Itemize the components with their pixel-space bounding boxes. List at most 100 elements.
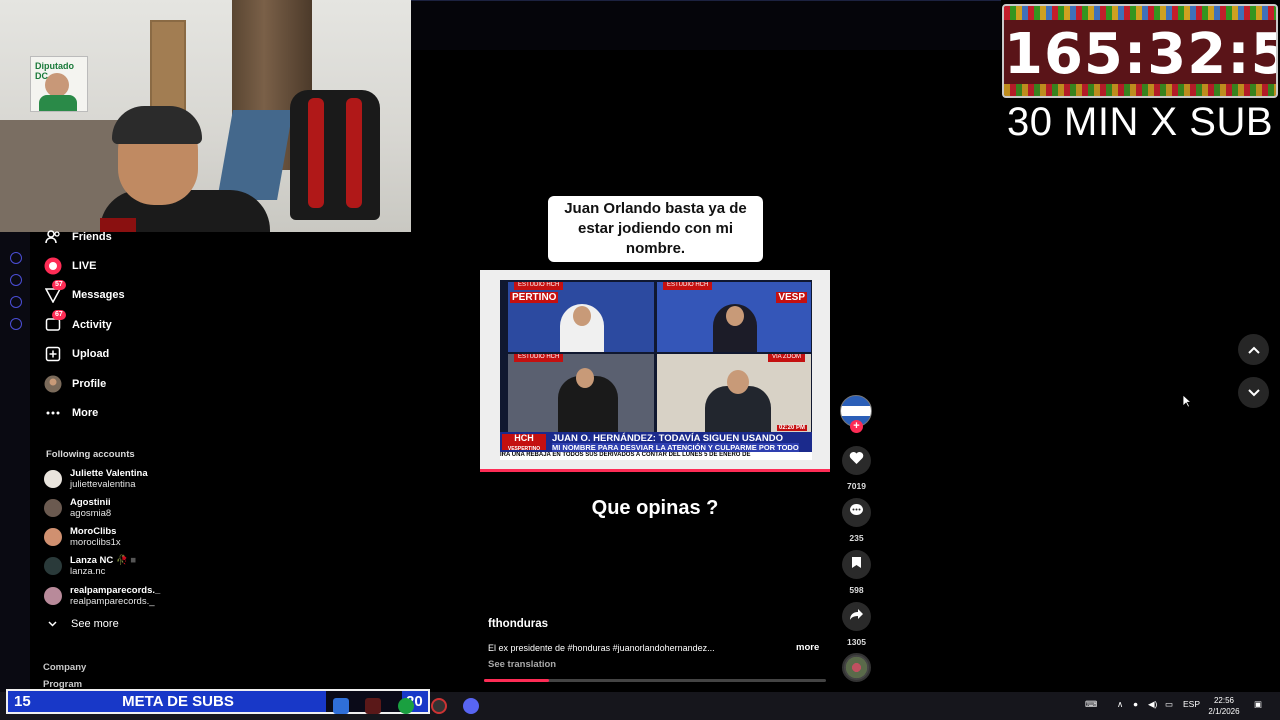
taskbar-app-icon[interactable] — [333, 698, 349, 714]
save-button[interactable] — [842, 550, 871, 579]
share-arrow-icon — [849, 608, 864, 626]
video-progress-bar[interactable] — [484, 679, 826, 682]
see-more-button[interactable]: See more — [48, 618, 119, 630]
previous-video-button[interactable] — [1238, 334, 1269, 365]
music-disc-icon[interactable] — [842, 653, 871, 682]
like-count: 7019 — [847, 481, 866, 491]
profile-avatar-icon — [44, 375, 62, 393]
activity-icon: 67 — [44, 310, 66, 334]
sidebar-item-more[interactable]: More — [44, 402, 98, 424]
chevron-down-icon — [48, 619, 57, 629]
account-avatar — [44, 557, 62, 575]
following-account[interactable]: Juliette Valentina juliettevalentina — [44, 466, 148, 492]
sidebar-item-profile[interactable]: Profile — [44, 373, 106, 395]
account-avatar — [44, 587, 62, 605]
activity-badge: 67 — [52, 310, 66, 320]
taskbar-app-icon[interactable] — [365, 698, 381, 714]
sidebar-item-live[interactable]: LIVE — [44, 255, 96, 277]
sidebar-item-label: Messages — [72, 289, 125, 301]
guest-head — [727, 370, 749, 394]
microphone-icon[interactable]: ● — [1133, 699, 1138, 709]
following-account[interactable]: realpamparecords._ realpamparecords._ — [44, 583, 160, 609]
following-account[interactable]: Lanza NC 🥀 ■ lanza.nc — [44, 553, 136, 579]
video-progress-fill — [484, 679, 549, 682]
christmas-lights-top — [1004, 6, 1276, 20]
following-account[interactable]: Agostinii agosmia8 — [44, 495, 111, 521]
bookmark-icon — [851, 556, 862, 574]
news-screenshot: ESTUDIO HCH PERTINO ESTUDIO HCH VESP EST… — [480, 270, 830, 472]
account-handle: moroclibs1x — [70, 537, 121, 548]
share-button[interactable] — [842, 602, 871, 631]
poster-face — [45, 73, 69, 97]
subs-goal-label: META DE SUBS — [122, 693, 234, 710]
obs-icon[interactable] — [431, 698, 447, 714]
next-video-button[interactable] — [1238, 377, 1269, 408]
sidebar-item-friends[interactable]: Friends — [44, 226, 112, 248]
rail-clock-icon[interactable] — [10, 274, 22, 286]
comment-icon — [849, 503, 864, 522]
chevron-up-tray-icon[interactable]: ∧ — [1117, 699, 1123, 710]
sidebar-item-messages[interactable]: 57 Messages — [44, 280, 125, 306]
more-button[interactable]: more — [796, 642, 819, 653]
following-account[interactable]: MoroClibs moroclibs1x — [44, 524, 121, 550]
account-name: Juliette Valentina — [70, 468, 148, 479]
channel-logo-text: HCH — [514, 433, 534, 443]
account-name: realpamparecords._ — [70, 585, 161, 596]
subs-current: 15 — [14, 693, 31, 710]
account-handle: juliettevalentina — [70, 479, 136, 490]
sidebar-item-label: LIVE — [72, 260, 97, 272]
poster-body — [39, 95, 77, 111]
volume-icon[interactable]: ◀) — [1148, 699, 1157, 710]
taskbar-clock[interactable]: 22:56 2/1/2026 — [1204, 695, 1244, 717]
streamer — [100, 106, 270, 232]
news-tag: ESTUDIO HCH — [663, 282, 713, 290]
news-panel-anchor-right: ESTUDIO HCH VESP — [657, 282, 811, 352]
screenshot-accent-line — [480, 469, 830, 472]
timer-subtitle: 30 MIN X SUB — [1006, 100, 1274, 144]
keyboard-icon[interactable]: ⌨ — [1085, 699, 1097, 710]
sidebar-item-label: Friends — [72, 231, 112, 243]
rose-emoji-icon: 🥀 — [115, 555, 128, 566]
video-author[interactable]: fthonduras — [488, 618, 548, 630]
clock-date: 2/1/2026 — [1208, 707, 1240, 716]
sidebar-item-upload[interactable]: Upload — [44, 343, 109, 365]
discord-icon[interactable] — [463, 698, 479, 714]
news-frame: ESTUDIO HCH PERTINO ESTUDIO HCH VESP EST… — [500, 280, 812, 460]
account-avatar — [44, 470, 62, 488]
rail-shape-icon[interactable] — [10, 296, 22, 308]
network-icon[interactable]: ▭ — [1165, 699, 1173, 710]
webcam-overlay: Diputado DC — [0, 0, 411, 232]
chevron-up-icon — [1247, 341, 1260, 359]
sidebar-item-label: Activity — [72, 319, 112, 331]
news-panel-guest-left: ESTUDIO HCH — [508, 354, 654, 432]
news-tag: ESTUDIO HCH — [514, 282, 564, 290]
news-clock: 02:20 PM — [776, 425, 807, 431]
like-button[interactable] — [842, 446, 871, 475]
anchor-head — [573, 306, 591, 326]
anchor-head — [726, 306, 744, 326]
follow-plus-icon[interactable]: + — [850, 420, 863, 433]
webcam-poster: Diputado DC — [30, 56, 88, 112]
rail-play-icon[interactable] — [10, 252, 22, 264]
see-translation-link[interactable]: See translation — [488, 659, 556, 670]
christmas-lights-bottom — [1004, 84, 1276, 96]
notifications-icon[interactable]: ▣ — [1254, 699, 1262, 710]
mouse-cursor-icon — [1182, 394, 1193, 413]
news-tag: ESTUDIO HCH — [514, 354, 564, 362]
footer-company-link[interactable]: Company — [43, 662, 86, 673]
news-chyron: HCH VESPERTINO JUAN O. HERNÁNDEZ: TODAVÍA… — [500, 432, 812, 452]
rail-settings-icon[interactable] — [10, 318, 22, 330]
sidebar-item-activity[interactable]: 67 Activity — [44, 310, 112, 336]
live-icon — [44, 257, 62, 275]
news-panel-guest-right: VÍA ZOOM 02:20 PM — [657, 354, 811, 432]
news-ticker: IRA UNA REBAJA EN TODOS SUS DERIVADOS A … — [500, 452, 812, 460]
video-subtitle: Que opinas ? — [591, 497, 719, 519]
webcam-gaming-chair — [290, 90, 380, 220]
taskbar-app-icon[interactable] — [398, 698, 414, 714]
account-handle: realpamparecords._ — [70, 596, 155, 607]
news-panel-anchor-left: ESTUDIO HCH PERTINO — [508, 282, 654, 352]
language-indicator[interactable]: ESP — [1183, 699, 1200, 709]
comment-button[interactable] — [842, 498, 871, 527]
friends-icon — [44, 228, 62, 246]
subathon-timer: 165:32:55 — [1002, 4, 1278, 98]
